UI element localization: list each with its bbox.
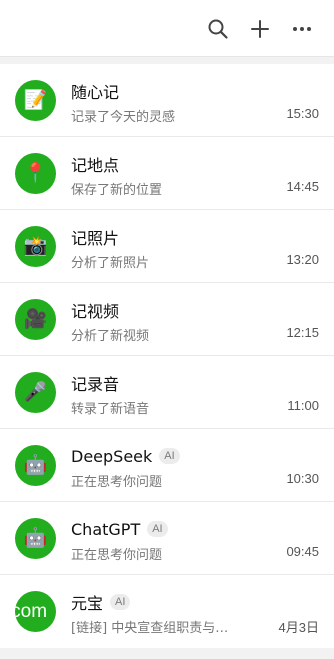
chat-time: 4月3日 <box>278 620 319 635</box>
title-line: 记地点 <box>71 153 119 175</box>
chat-time: 15:30 <box>286 106 319 121</box>
title-line: DeepSeek AI <box>71 445 180 467</box>
chat-preview: 分析了新视频 <box>71 329 150 344</box>
chat-list: 📝 随心记记录了今天的灵感 15:30 📍 记地点保存了新的位置 14:45 📸 记照片分析了… <box>0 64 334 648</box>
plus-icon[interactable] <box>249 18 271 40</box>
chat-name: 记照片 <box>71 229 120 248</box>
chat-preview: 转录了新语音 <box>71 402 150 417</box>
chat-name: 元宝 <box>71 594 104 613</box>
chat-row[interactable]: 🎤 记录音转录了新语音 11:00 <box>0 356 334 429</box>
avatar: 📝 <box>15 80 56 121</box>
chat-preview: 正在思考你问题 <box>71 475 163 490</box>
avatar: 🤖 <box>15 518 56 559</box>
avatar: 📸 <box>15 226 56 267</box>
chat-row[interactable]: 🤖 DeepSeek AI 正在思考你问题 10:30 <box>0 429 334 502</box>
avatar: 🎤 <box>15 372 56 413</box>
chat-name: 记视频 <box>71 302 120 321</box>
chat-time: 14:45 <box>286 179 319 194</box>
chat-name: DeepSeek <box>71 446 153 466</box>
avatar: .com <box>15 591 56 632</box>
robot-icon: 🤖 <box>23 527 48 549</box>
avatar: 📍 <box>15 153 56 194</box>
microphone-icon: 🎤 <box>23 381 48 403</box>
chat-row[interactable]: 📝 随心记记录了今天的灵感 15:30 <box>0 64 334 137</box>
ai-badge: AI <box>110 594 131 610</box>
chat-preview: 正在思考你问题 <box>71 548 163 563</box>
camera-flash-icon: 📸 <box>23 235 48 257</box>
chat-time: 11:00 <box>287 398 319 413</box>
chat-row[interactable]: .com 元宝 AI [链接] 中央宣查组职责与… 4月3日 <box>0 575 334 648</box>
search-icon[interactable] <box>207 18 229 40</box>
robot-icon: 🤖 <box>23 454 48 476</box>
chat-row[interactable]: 📸 记照片分析了新照片 13:20 <box>0 210 334 283</box>
ai-badge: AI <box>147 521 168 537</box>
avatar: 🤖 <box>15 445 56 486</box>
title-line: 随心记 <box>71 80 119 102</box>
ai-badge: AI <box>159 448 180 464</box>
title-line: ChatGPT AI <box>71 518 168 540</box>
chat-name: ChatGPT <box>71 519 141 539</box>
avatar-text: .com <box>15 601 48 622</box>
title-line: 记照片 <box>71 226 119 248</box>
more-icon[interactable] <box>291 18 313 40</box>
top-bar <box>0 0 334 57</box>
title-line: 元宝 AI <box>71 591 131 613</box>
chat-preview: 保存了新的位置 <box>71 183 163 198</box>
chat-row[interactable]: 📍 记地点保存了新的位置 14:45 <box>0 137 334 210</box>
chat-preview: 记录了今天的灵感 <box>71 110 176 125</box>
chat-time: 10:30 <box>286 471 319 486</box>
chat-row[interactable]: 🎥 记视频分析了新视频 12:15 <box>0 283 334 356</box>
chat-time: 12:15 <box>286 325 319 340</box>
pin-icon: 📍 <box>23 162 48 184</box>
title-line: 记录音 <box>71 372 119 394</box>
chat-preview: 分析了新照片 <box>71 256 150 271</box>
chat-row[interactable]: 🤖 ChatGPT AI 正在思考你问题 09:45 <box>0 502 334 575</box>
video-camera-icon: 🎥 <box>23 308 48 330</box>
chat-time: 09:45 <box>286 544 319 559</box>
title-line: 记视频 <box>71 299 119 321</box>
chat-name: 记录音 <box>71 375 120 394</box>
avatar: 🎥 <box>15 299 56 340</box>
chat-time: 13:20 <box>286 252 319 267</box>
memo-icon: 📝 <box>23 89 48 111</box>
chat-name: 记地点 <box>71 156 120 175</box>
chat-preview: [链接] 中央宣查组职责与… <box>71 621 229 636</box>
chat-name: 随心记 <box>71 83 120 102</box>
